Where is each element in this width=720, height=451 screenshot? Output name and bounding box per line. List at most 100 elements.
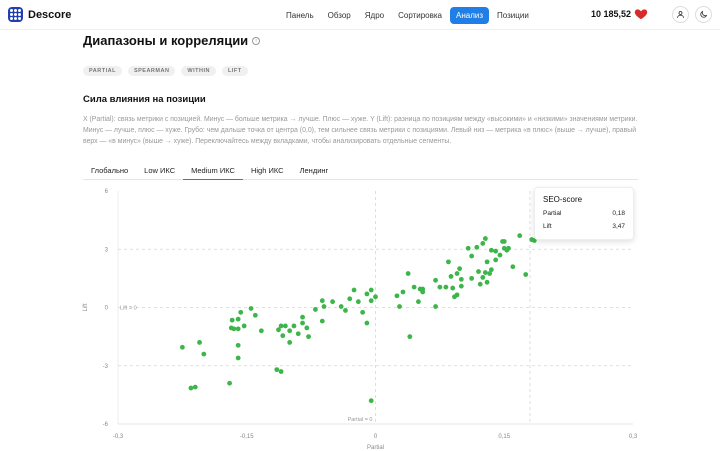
data-point: [258, 328, 264, 334]
data-point: [450, 285, 456, 291]
data-point: [454, 292, 460, 298]
data-point: [457, 266, 463, 272]
tooltip-value: 3,47: [612, 223, 625, 230]
y-axis-title: Lift: [83, 303, 89, 311]
y-tick-label: 6: [105, 189, 109, 195]
data-point: [364, 320, 370, 326]
x-tick-label: -0,3: [113, 434, 124, 440]
data-point: [351, 287, 357, 293]
data-point: [477, 281, 483, 287]
data-point: [433, 277, 438, 283]
data-point: [278, 323, 284, 329]
data-point: [411, 284, 417, 290]
data-point: [433, 304, 438, 309]
data-point: [416, 299, 421, 305]
data-point: [197, 340, 202, 345]
data-point: [321, 304, 327, 309]
y-tick-label: 0: [105, 306, 109, 312]
y-tick-label: -3: [103, 364, 109, 370]
y-tick-label: -6: [103, 422, 109, 428]
data-point: [330, 299, 335, 305]
partial-zero-label: Partial = 0: [348, 417, 373, 423]
data-point: [501, 239, 507, 244]
tooltip-label: Lift: [543, 223, 552, 230]
data-point: [446, 259, 451, 265]
data-point: [368, 398, 374, 404]
data-point: [469, 253, 475, 259]
data-point: [497, 252, 503, 258]
data-point: [355, 299, 361, 305]
data-point: [523, 272, 529, 277]
data-point: [510, 264, 516, 270]
data-point: [476, 269, 481, 274]
data-point: [360, 309, 366, 315]
data-point: [480, 241, 486, 246]
data-point: [488, 267, 494, 273]
data-point: [235, 355, 241, 361]
data-point: [482, 270, 488, 275]
data-point: [373, 294, 378, 300]
data-point: [282, 323, 288, 329]
data-point: [300, 320, 305, 326]
data-point: [343, 308, 348, 313]
data-point: [295, 331, 301, 337]
lift-zero-label: Lift = 0: [120, 306, 137, 312]
data-point: [397, 304, 402, 309]
data-point: [469, 275, 475, 281]
x-tick-label: 0: [374, 434, 378, 440]
data-point: [347, 296, 353, 302]
data-point: [192, 384, 198, 390]
data-point: [274, 367, 280, 373]
data-point: [338, 304, 344, 309]
data-point: [443, 284, 449, 290]
data-point: [364, 291, 370, 297]
data-point: [420, 289, 426, 295]
data-point: [482, 236, 488, 241]
data-point: [287, 328, 293, 334]
data-point: [306, 334, 311, 340]
data-point: [287, 340, 293, 345]
data-point: [304, 325, 310, 331]
data-point: [368, 287, 374, 293]
data-point: [493, 257, 499, 263]
x-tick-label: -0,15: [240, 434, 254, 440]
y-tick-label: 3: [105, 247, 109, 253]
tooltip-row-partial: Partial 0,18: [543, 210, 625, 217]
data-point: [484, 259, 490, 265]
data-point: [313, 307, 318, 312]
data-point: [394, 293, 400, 299]
x-axis-title: Partial: [367, 445, 384, 451]
data-point: [252, 312, 258, 318]
point-tooltip: SEO-score Partial 0,18 Lift 3,47: [534, 187, 634, 240]
data-point: [488, 247, 494, 253]
data-point: [235, 316, 241, 322]
data-point: [248, 306, 254, 311]
tooltip-value: 0,18: [612, 210, 625, 217]
data-point: [235, 326, 241, 332]
data-point: [501, 245, 507, 251]
data-point: [227, 380, 232, 386]
data-point: [407, 334, 413, 340]
data-point: [278, 369, 284, 374]
data-point: [291, 323, 297, 329]
data-point: [405, 271, 411, 276]
data-point: [300, 314, 305, 320]
data-point: [235, 342, 241, 348]
data-point: [201, 351, 207, 357]
data-point: [231, 326, 237, 332]
data-point: [506, 245, 511, 251]
data-point: [319, 298, 325, 304]
x-tick-label: 0,3: [629, 434, 638, 440]
data-point: [529, 237, 535, 242]
data-point: [238, 309, 244, 315]
data-point: [454, 271, 460, 276]
data-point: [517, 233, 523, 239]
data-point: [241, 323, 247, 329]
data-point: [229, 317, 235, 323]
data-point: [458, 276, 464, 282]
data-point: [400, 289, 406, 295]
data-point: [493, 248, 499, 254]
x-tick-label: 0,15: [498, 434, 510, 440]
data-point: [448, 274, 454, 279]
data-point: [480, 275, 486, 280]
